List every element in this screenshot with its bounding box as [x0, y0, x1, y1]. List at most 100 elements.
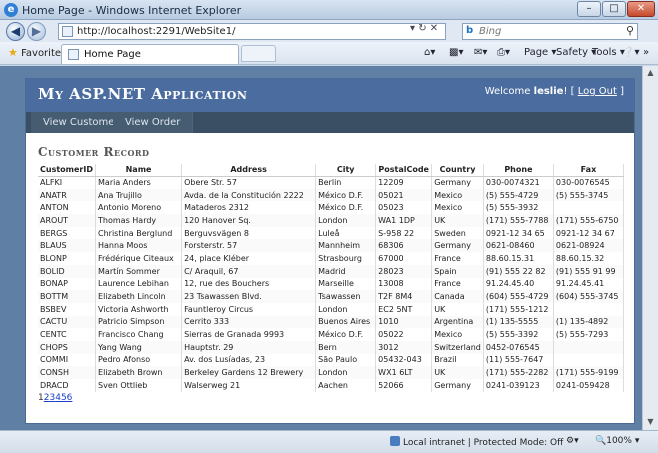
site-header: My ASP.NET Application Welcome leslie! [… [26, 79, 634, 112]
table-cell: 0921-12 34 67 [553, 226, 625, 240]
table-cell: WX1 6LT [375, 366, 433, 379]
page-menu[interactable]: Page ▾ [524, 47, 556, 58]
col-header: Name [95, 164, 183, 177]
table-cell: 05022 [375, 328, 433, 341]
col-header: Fax [553, 164, 625, 177]
tools-menu[interactable]: Tools ▾ [592, 47, 625, 58]
table-cell: Spain [431, 264, 484, 278]
window-title: Home Page - Windows Internet Explorer [22, 4, 242, 17]
section-title: Customer Record [38, 145, 150, 159]
table-cell: 91.24.45.41 [553, 277, 625, 291]
logout-link[interactable]: Log Out [578, 86, 617, 97]
table-cell: Argentina [431, 315, 484, 329]
maximize-button[interactable]: □ [602, 1, 626, 17]
table-row: CENTC Francisco Chang Sierras de Granada 9… [38, 328, 625, 341]
scroll-up-icon[interactable]: ▲ [645, 68, 656, 79]
site-menu: View Customer View Order [26, 112, 634, 133]
table-cell: 0621-08460 [483, 239, 554, 253]
table-row: BONAP Laurence Lebihan 12, rue des Boucher… [38, 277, 625, 291]
table-cell: Maria Anders [95, 176, 183, 189]
table-cell: Cerrito 333 [181, 315, 317, 329]
table-cell: Hauptstr. 29 [181, 340, 317, 354]
chevron-right-icon[interactable]: » [643, 47, 649, 58]
scroll-down-icon[interactable]: ▼ [645, 417, 656, 428]
pager: 123456 [38, 393, 622, 403]
table-cell: Aachen [315, 379, 377, 392]
tab-page-icon [68, 49, 79, 60]
table-cell: México D.F. [315, 328, 377, 341]
table-body: ALFKI Maria Anders Obere Str. 57 Berlin 1220… [38, 176, 625, 392]
close-button[interactable]: ✕ [627, 1, 655, 17]
table-cell: 05021 [375, 188, 433, 202]
address-field[interactable]: http://localhost:2291/WebSite1/ [58, 23, 446, 40]
mail-icon[interactable]: ✉▾ [474, 47, 487, 58]
table-cell: UK [431, 302, 484, 316]
feeds-icon[interactable]: ▩▾ [449, 47, 463, 58]
search-input[interactable] [479, 25, 609, 38]
table-cell: T2F 8M4 [375, 290, 433, 303]
table-row: ALFKI Maria Anders Obere Str. 57 Berlin 1220… [38, 176, 625, 189]
table-cell: Luleå [315, 226, 377, 240]
table-cell: (171) 555-2282 [483, 366, 554, 379]
table-cell: Berguvsvägen 8 [181, 226, 317, 240]
table-cell: Obere Str. 57 [181, 176, 317, 189]
tab-home-page[interactable]: Home Page [61, 44, 239, 64]
web-page: My ASP.NET Application Welcome leslie! [… [25, 78, 635, 424]
home-icon[interactable]: ⌂▾ [424, 47, 435, 58]
table-cell: Sweden [431, 226, 484, 240]
table-row: ANTON Antonio Moreno Mataderos 2312 México … [38, 201, 625, 215]
search-icon[interactable]: ⚲ [626, 24, 634, 37]
table-cell: AROUT [38, 214, 97, 227]
help-icon[interactable]: ❔▾ [622, 47, 639, 58]
search-field[interactable]: b ⚲ [462, 23, 638, 40]
table-cell: Sven Ottlieb [95, 379, 183, 392]
table-cell: France [431, 277, 484, 291]
pager-link[interactable]: 6 [67, 393, 73, 403]
table-cell: Thomas Hardy [95, 214, 183, 227]
table-cell: 91.24.45.40 [483, 277, 554, 291]
zoom-control[interactable]: 🔍100% ▾ [595, 436, 639, 446]
table-cell: 1010 [375, 315, 433, 329]
col-header: CustomerID [38, 164, 97, 177]
table-cell: São Paulo [315, 353, 377, 367]
user-name: leslie [533, 86, 564, 97]
table-cell: (171) 555-7788 [483, 214, 554, 227]
col-header: City [315, 164, 377, 177]
table-cell: WA1 1DP [375, 214, 433, 227]
table-row: ANATR Ana Trujillo Avda. de la Constitució… [38, 188, 625, 202]
table-cell: London [315, 214, 377, 227]
table-cell: BERGS [38, 226, 97, 240]
table-cell: DRACD [38, 379, 97, 392]
table-cell: Fauntleroy Circus [181, 302, 317, 316]
site-title: My ASP.NET Application [38, 85, 248, 103]
vertical-scrollbar[interactable]: ▲ ▼ [642, 66, 658, 430]
table-cell: 24, place Kléber [181, 252, 317, 265]
welcome-text: Welcome [484, 86, 531, 97]
table-row: CONSH Elizabeth Brown Berkeley Gardens 12 … [38, 366, 625, 379]
table-cell: Mexico [431, 201, 484, 215]
table-cell: Avda. de la Constitución 2222 [181, 188, 317, 202]
table-cell: Mannheim [315, 239, 377, 253]
status-bar: Local intranet | Protected Mode: Off ⚙▾ … [0, 430, 658, 453]
address-url[interactable]: http://localhost:2291/WebSite1/ [77, 26, 235, 37]
forward-button[interactable]: ▶ [27, 22, 46, 41]
menu-view-order[interactable]: View Order [113, 112, 194, 133]
protected-mode-icon[interactable]: ⚙▾ [566, 436, 579, 446]
table-cell: 0452-076545 [483, 340, 554, 354]
table-cell: BONAP [38, 277, 97, 291]
print-icon[interactable]: ⎙▾ [497, 47, 510, 58]
new-tab-button[interactable] [241, 45, 276, 62]
table-cell: Yang Wang [95, 340, 183, 354]
refresh-stop-icons[interactable]: ▾ ↻ ✕ [410, 23, 438, 34]
safety-menu[interactable]: Safety ▾ [556, 47, 596, 58]
back-button[interactable]: ◀ [6, 22, 25, 41]
table-row: COMMI Pedro Afonso Av. dos Lusíadas, 23 São… [38, 353, 625, 367]
minimize-button[interactable]: – [577, 1, 601, 17]
page-menu-label: Page [524, 47, 549, 58]
table-cell: (91) 555 91 99 [553, 264, 625, 278]
table-cell: 3012 [375, 340, 433, 354]
table-cell: (91) 555 22 82 [483, 264, 554, 278]
favorites-button[interactable]: ★ Favorites [8, 46, 66, 59]
table-row: BSBEV Victoria Ashworth Fauntleroy Circus L… [38, 302, 625, 316]
security-zone[interactable]: Local intranet | Protected Mode: Off [390, 436, 563, 448]
